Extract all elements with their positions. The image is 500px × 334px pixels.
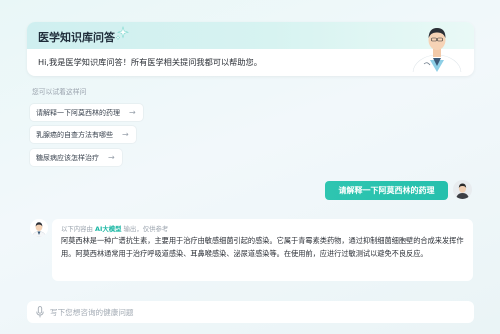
suggestion-hint: 您可以试着这样问 bbox=[32, 88, 87, 96]
arrow-right-icon: → bbox=[108, 153, 115, 162]
sparkle-icon bbox=[115, 26, 129, 40]
doctor-avatar-icon bbox=[30, 219, 48, 237]
arrow-right-icon: → bbox=[122, 130, 129, 139]
disclaimer-suffix: 输出，仅供参考 bbox=[123, 225, 169, 233]
suggestion-chip[interactable]: 请解释一下阿莫西林的药理 → bbox=[30, 104, 143, 121]
page-title: 医学知识库问答 bbox=[38, 31, 115, 44]
ai-answer-card: 以下内容由 AI大模型 输出，仅供参考 阿莫西林是一种广谱抗生素，主要用于治疗由… bbox=[52, 219, 473, 281]
medical-qa-app: 医学知识库问答 Hi,我是医学知识库问答！所有医学相关提问我都可以帮助您。 您可… bbox=[0, 0, 500, 334]
microphone-icon[interactable] bbox=[36, 306, 44, 318]
user-avatar bbox=[453, 180, 472, 199]
suggestion-chip[interactable]: 乳腺癌的自查方法有哪些 → bbox=[30, 126, 136, 143]
ai-doctor-avatar bbox=[30, 219, 48, 237]
user-message-bubble: 请解释一下阿莫西林的药理 bbox=[325, 181, 448, 200]
greeting-text: Hi,我是医学知识库问答！所有医学相关提问我都可以帮助您。 bbox=[38, 57, 262, 67]
answer-text: 阿莫西林是一种广谱抗生素，主要用于治疗由敏感细菌引起的感染。它属于青霉素类药物，… bbox=[61, 236, 464, 258]
ai-model-brand: AI大模型 bbox=[95, 225, 122, 233]
answer-disclaimer: 以下内容由 AI大模型 输出，仅供参考 bbox=[61, 224, 168, 233]
header-card: 医学知识库问答 Hi,我是医学知识库问答！所有医学相关提问我都可以帮助您。 bbox=[27, 22, 474, 76]
question-input[interactable] bbox=[50, 301, 474, 323]
suggestion-label: 糖尿病应该怎样治疗 bbox=[36, 153, 99, 162]
arrow-right-icon: → bbox=[129, 108, 136, 117]
question-input-box bbox=[27, 301, 474, 323]
doctor-illustration bbox=[412, 28, 462, 72]
suggestion-label: 乳腺癌的自查方法有哪些 bbox=[36, 130, 113, 139]
user-avatar-icon bbox=[453, 180, 472, 199]
disclaimer-prefix: 以下内容由 bbox=[61, 225, 93, 233]
suggestion-label: 请解释一下阿莫西林的药理 bbox=[36, 108, 120, 117]
suggestion-chip[interactable]: 糖尿病应该怎样治疗 → bbox=[30, 149, 122, 166]
